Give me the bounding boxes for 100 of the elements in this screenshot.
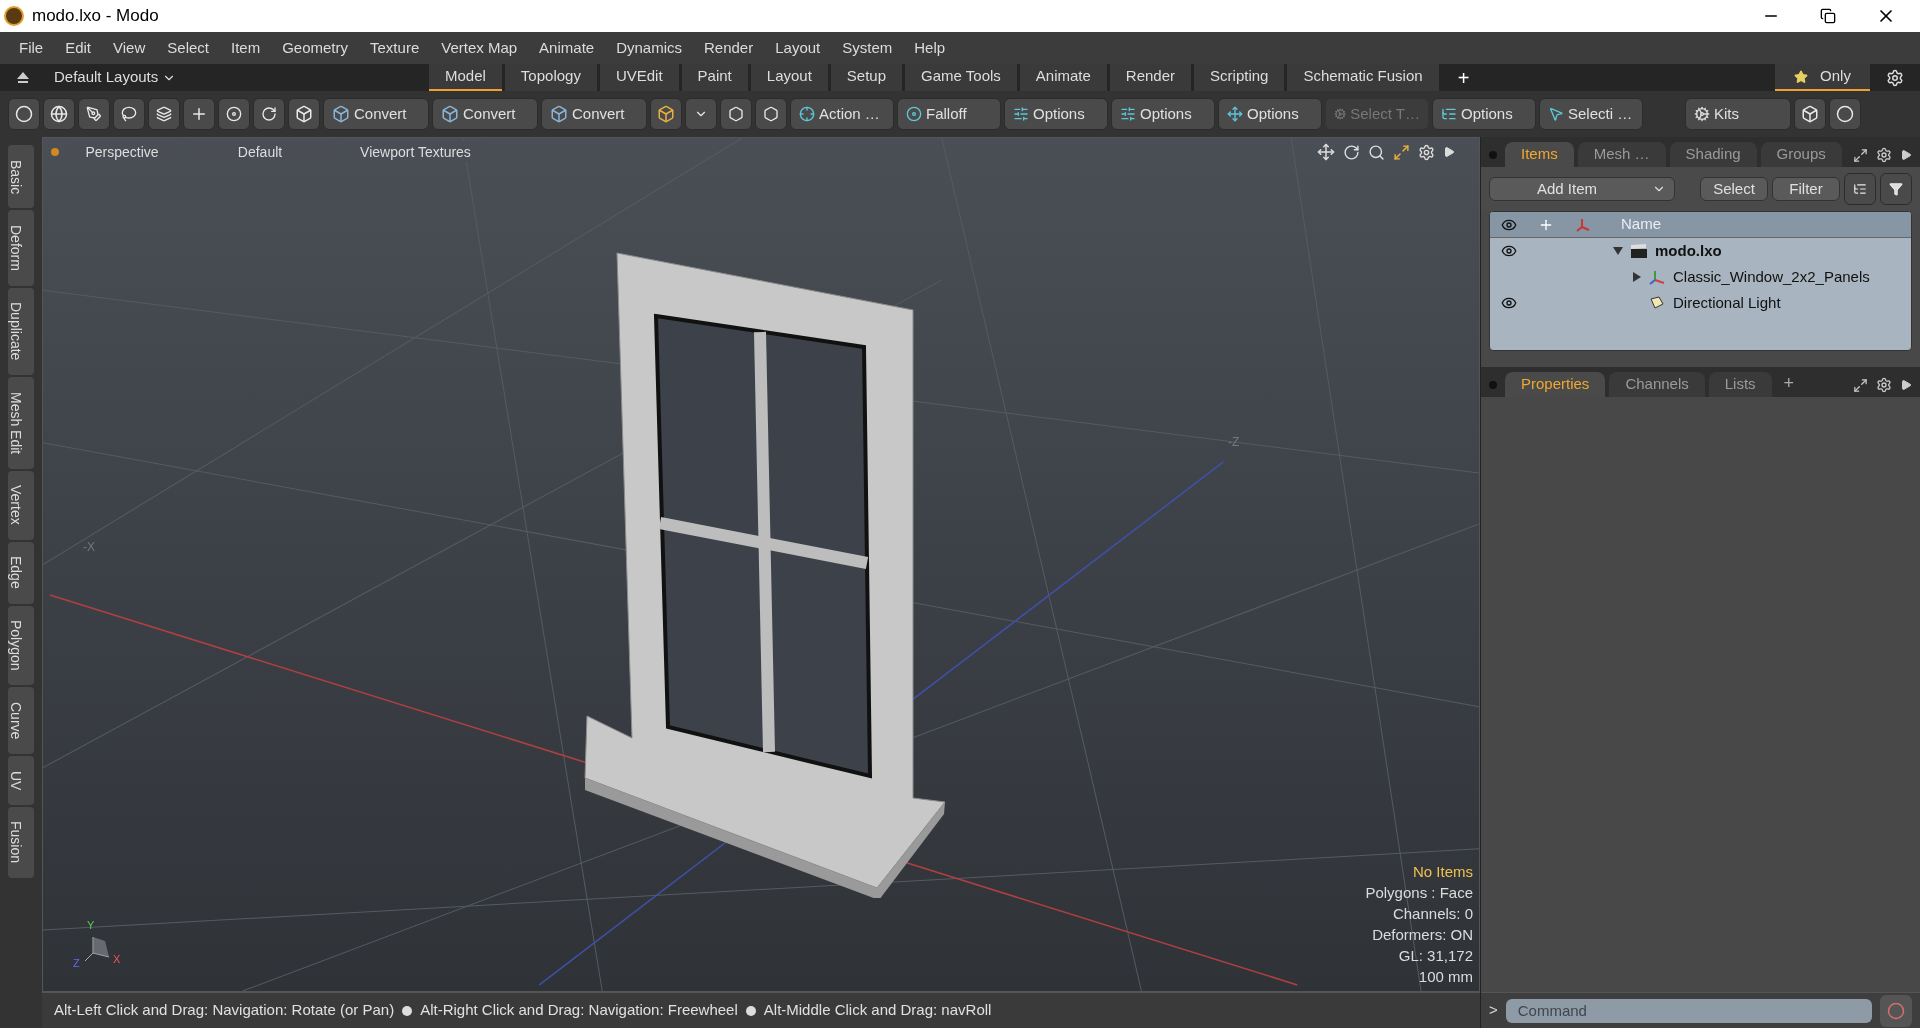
toolbar-button[interactable]: Options bbox=[1111, 98, 1215, 130]
rotate-icon[interactable] bbox=[1343, 143, 1360, 161]
toolbar-button[interactable]: Options bbox=[1218, 98, 1322, 130]
filter-icon[interactable] bbox=[1880, 173, 1912, 205]
tree-item[interactable]: Directional Light bbox=[1673, 291, 1781, 315]
collapse-triangle-icon[interactable] bbox=[1613, 247, 1623, 255]
menu-item[interactable]: Animate bbox=[528, 36, 606, 60]
viewport-info-text: GL: 31,172 bbox=[1398, 946, 1473, 966]
menu-item[interactable]: File bbox=[8, 36, 55, 60]
convert-button[interactable]: Convert bbox=[323, 98, 429, 130]
toolbar-button[interactable]: Falloff bbox=[897, 98, 1001, 130]
side-tab[interactable]: Vertex bbox=[8, 470, 34, 540]
panel-tab[interactable]: Lists bbox=[1708, 372, 1772, 397]
kits-button[interactable]: Kits bbox=[1685, 98, 1791, 130]
layout-tab[interactable]: Setup bbox=[830, 64, 903, 91]
convert-button[interactable]: Convert bbox=[432, 98, 538, 130]
side-tab[interactable]: Mesh Edit bbox=[8, 377, 34, 469]
add-layout-label[interactable]: + bbox=[1457, 63, 1470, 92]
side-tab[interactable]: Curve bbox=[8, 687, 34, 754]
only-toggle[interactable]: Only bbox=[1775, 64, 1870, 91]
convert-button[interactable]: Convert bbox=[541, 98, 647, 130]
toolbar-button[interactable]: Action … bbox=[790, 98, 894, 130]
tree-item[interactable]: modo.lxo bbox=[1655, 239, 1722, 263]
circle-select-icon[interactable] bbox=[8, 98, 40, 130]
layouts-dropdown[interactable]: Default Layouts bbox=[54, 66, 429, 89]
layers-icon[interactable] bbox=[148, 98, 180, 130]
toolbar-button[interactable]: Selecti … bbox=[1539, 98, 1643, 130]
side-tab[interactable]: Edge bbox=[8, 541, 34, 604]
panel-tab[interactable]: Properties bbox=[1505, 372, 1606, 397]
menu-item[interactable]: Edit bbox=[54, 36, 103, 60]
layout-tab[interactable]: Layout bbox=[750, 64, 828, 91]
maximize-icon[interactable] bbox=[1393, 143, 1410, 161]
cube-logo-icon[interactable] bbox=[1794, 98, 1826, 130]
menu-item[interactable]: Help bbox=[903, 36, 957, 60]
layout-tab[interactable]: Game Tools bbox=[905, 64, 1017, 91]
layout-tab[interactable]: Schematic Fusion bbox=[1287, 64, 1439, 91]
side-tab[interactable]: Duplicate bbox=[8, 287, 34, 376]
settings-icon[interactable] bbox=[1886, 68, 1904, 87]
menu-item[interactable]: Render bbox=[693, 36, 765, 60]
eye-icon[interactable] bbox=[1500, 295, 1517, 311]
settings-icon[interactable] bbox=[1876, 147, 1892, 163]
expand-triangle-icon[interactable] bbox=[1633, 272, 1641, 282]
record-button[interactable] bbox=[1880, 994, 1912, 1027]
restore-icon[interactable] bbox=[1820, 8, 1836, 24]
menu-item[interactable]: Vertex Map bbox=[430, 36, 529, 60]
globe-icon[interactable] bbox=[43, 98, 75, 130]
menu-item[interactable]: Texture bbox=[359, 36, 431, 60]
layout-tab[interactable]: Render bbox=[1109, 64, 1192, 91]
lasso-icon[interactable] bbox=[113, 98, 145, 130]
panel-tab[interactable]: Mesh … bbox=[1577, 142, 1666, 167]
maximize-icon[interactable] bbox=[1853, 147, 1868, 163]
side-tab[interactable]: Basic bbox=[8, 145, 34, 209]
cube-icon[interactable] bbox=[288, 98, 320, 130]
list-icon[interactable] bbox=[1844, 173, 1876, 205]
maximize-icon[interactable] bbox=[1853, 377, 1868, 393]
layout-tab[interactable]: Topology bbox=[504, 64, 597, 91]
panel-button[interactable]: Filter bbox=[1772, 177, 1840, 201]
side-tab[interactable]: Polygon bbox=[8, 605, 34, 686]
side-tab[interactable]: Deform bbox=[8, 210, 34, 286]
tree-item[interactable]: Classic_Window_2x2_Panels bbox=[1673, 265, 1870, 289]
tool-icon bbox=[1548, 106, 1564, 122]
menu-item[interactable]: Layout bbox=[764, 36, 832, 60]
add-item-dropdown[interactable]: Add Item bbox=[1489, 177, 1675, 201]
menu-item[interactable]: Item bbox=[220, 36, 272, 60]
side-tab[interactable]: Fusion bbox=[8, 806, 34, 878]
layout-tab[interactable]: UVEdit bbox=[599, 64, 679, 91]
add-tab-label[interactable]: + bbox=[1775, 369, 1803, 397]
move-icon[interactable] bbox=[1317, 143, 1335, 161]
menu-item[interactable]: Geometry bbox=[271, 36, 360, 60]
menu-item[interactable]: Dynamics bbox=[605, 36, 693, 60]
play-icon[interactable] bbox=[1900, 379, 1912, 391]
clapperboard-icon bbox=[1631, 244, 1647, 258]
toolbar-button[interactable]: Options bbox=[1004, 98, 1108, 130]
eye-icon[interactable] bbox=[1500, 243, 1517, 259]
panel-tab[interactable]: Shading bbox=[1669, 142, 1757, 167]
cube-icon[interactable] bbox=[650, 98, 682, 130]
menu-item[interactable]: Select bbox=[156, 36, 220, 60]
settings-icon[interactable] bbox=[1876, 377, 1892, 393]
panel-tab[interactable]: Items bbox=[1505, 142, 1574, 167]
up-arrow-icon[interactable] bbox=[16, 70, 30, 85]
menu-item[interactable]: View bbox=[102, 36, 157, 60]
play-icon[interactable] bbox=[1443, 146, 1455, 158]
panel-button[interactable]: Select bbox=[1700, 177, 1768, 201]
tool-icon bbox=[906, 106, 922, 122]
panel-tab[interactable]: Groups bbox=[1760, 142, 1842, 167]
toolbar-button[interactable]: Options bbox=[1432, 98, 1536, 130]
command-field[interactable]: Command bbox=[1505, 998, 1872, 1023]
search-icon[interactable] bbox=[1368, 143, 1385, 161]
menu-item[interactable]: System bbox=[831, 36, 904, 60]
tool-icon bbox=[1227, 106, 1243, 122]
panel-tab[interactable]: Channels bbox=[1609, 372, 1705, 397]
pen-icon[interactable] bbox=[78, 98, 110, 130]
layout-tab[interactable]: Scripting bbox=[1194, 64, 1285, 91]
viewport-info-text: Deformers: ON bbox=[1372, 925, 1473, 945]
layout-tab[interactable]: Model bbox=[429, 64, 502, 91]
settings-icon[interactable] bbox=[1418, 143, 1435, 161]
play-icon[interactable] bbox=[1900, 149, 1912, 161]
side-tab[interactable]: UV bbox=[8, 756, 34, 805]
layout-tab[interactable]: Animate bbox=[1019, 64, 1107, 91]
layout-tab[interactable]: Paint bbox=[681, 64, 748, 91]
